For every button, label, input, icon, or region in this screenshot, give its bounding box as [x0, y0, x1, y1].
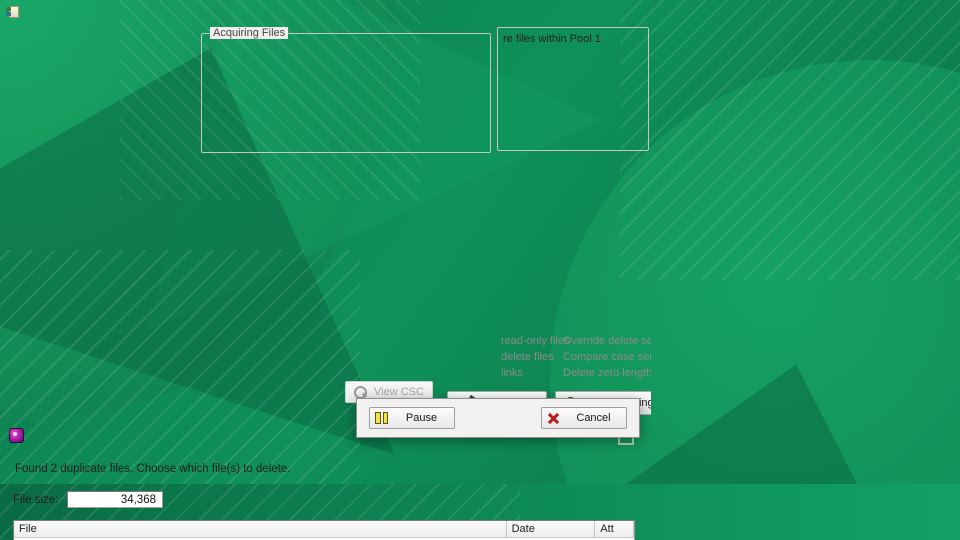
wallpaper-stripes-top-right [620, 0, 960, 280]
column-header-date[interactable]: Date [507, 521, 596, 537]
pause-icon [375, 412, 388, 424]
clonespy-icon [9, 427, 24, 443]
file-size-label: File size: [13, 493, 59, 506]
pool-group [497, 27, 649, 151]
option-text-5: Delete zero length f [563, 367, 652, 379]
option-text-1: delete files [501, 351, 554, 363]
duplicate-info-text: Found 2 duplicate files. Choose which fi… [15, 463, 291, 475]
option-text-2: links [501, 367, 524, 379]
cancel-button[interactable]: Cancel [541, 407, 627, 429]
folder-icon [6, 5, 19, 18]
view-csc-label: View CSC [374, 386, 424, 398]
background-window[interactable]: C:\Users\sayakboral\Documents\ Acquiring… [0, 0, 652, 420]
magnifier-icon [354, 385, 368, 399]
cancel-x-icon [547, 412, 560, 424]
column-header-file[interactable]: File [14, 521, 507, 537]
cancel-label: Cancel [576, 412, 611, 424]
acquiring-files-label: Acquiring Files [210, 27, 289, 39]
option-text-0: read-only files [501, 335, 570, 347]
option-text-3: Override delete sel [563, 335, 652, 347]
file-size-row: File size: 34,368 [13, 491, 635, 508]
progress-dialog[interactable]: Pause Cancel [356, 398, 640, 438]
background-window-body: Acquiring Files re files within Pool 1 r… [1, 23, 651, 419]
acquiring-files-group: Acquiring Files [201, 27, 491, 153]
list-header: File Date Att [14, 521, 634, 538]
file-size-value: 34,368 [67, 491, 163, 508]
clonespy-body: Found 2 duplicate files. Choose which fi… [1, 449, 647, 540]
pause-button[interactable]: Pause [369, 407, 455, 429]
column-header-attributes[interactable]: Att [595, 521, 634, 537]
duplicate-files-list[interactable]: File Date Att C:\Users\sayakboral\Docume… [13, 520, 635, 540]
pause-label: Pause [405, 412, 438, 424]
option-text-4: Compare case sensi [563, 351, 651, 363]
